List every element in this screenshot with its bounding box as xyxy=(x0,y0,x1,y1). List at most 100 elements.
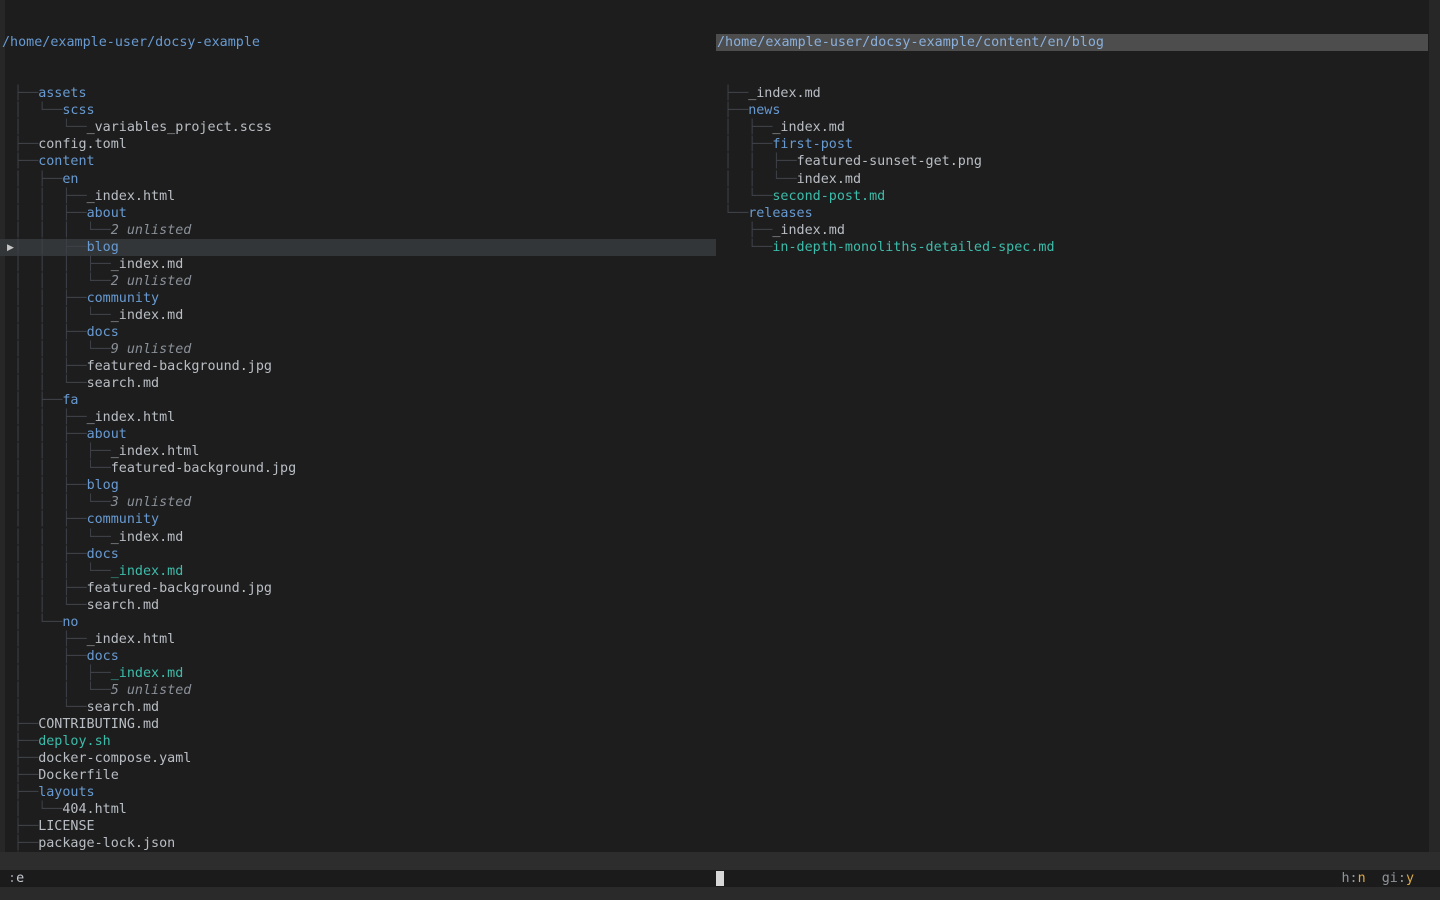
right-panel-title-text: /home/example-user/docsy-example/content… xyxy=(717,35,1104,50)
tree-row-dir[interactable]: │ ├──docs xyxy=(0,648,716,665)
tree-row-dir[interactable]: ├──layouts xyxy=(0,784,716,801)
tree-row-file[interactable]: ├──_index.md xyxy=(716,222,1440,239)
tree-row-dir[interactable]: │ │ ├──about xyxy=(0,205,716,222)
entry-name: _index.md xyxy=(111,257,184,272)
input-typed-value: e xyxy=(16,871,24,886)
tree-row-dir[interactable]: │ │ ├──blog xyxy=(0,477,716,494)
tree-row-file[interactable]: └──in-depth-monoliths-detailed-spec.md xyxy=(716,239,1440,256)
entry-name: _index.md xyxy=(111,564,184,579)
tree-row-file[interactable]: ├──deploy.sh xyxy=(0,733,716,750)
entry-name: 2 unlisted xyxy=(111,274,192,289)
tree-branch-lines: ├── xyxy=(14,86,38,101)
tree-row-dir[interactable]: │ │ ├──community xyxy=(0,511,716,528)
tree-row-file[interactable]: │ │ │ └──_index.md xyxy=(0,529,716,546)
tree-row-file[interactable]: ├──LICENSE xyxy=(0,818,716,835)
tree-row-dir[interactable]: │ └──no xyxy=(0,614,716,631)
tree-row-file[interactable]: │ │ │ └──2 unlisted xyxy=(0,222,716,239)
tree-row-file[interactable]: │ │ │ └──3 unlisted xyxy=(0,494,716,511)
entry-name: _index.html xyxy=(87,632,176,647)
tree-branch-lines: │ │ ├── xyxy=(14,478,87,493)
tree-row-file[interactable]: │ └──_variables_project.scss xyxy=(0,119,716,136)
entry-name: docs xyxy=(87,547,119,562)
entry-name: 3 unlisted xyxy=(111,495,192,510)
tree-branch-lines: │ │ │ └── xyxy=(14,342,111,357)
tree-row-file[interactable]: │ ├──_index.md xyxy=(716,119,1440,136)
tree-row-file[interactable]: │ │ │ └──featured-background.jpg xyxy=(0,460,716,477)
tree-branch-lines: │ └── xyxy=(14,120,87,135)
tree-row-file[interactable]: │ │ │ └──9 unlisted xyxy=(0,341,716,358)
tree-row-dir[interactable]: │ ├──fa xyxy=(0,392,716,409)
tree-branch-lines: │ │ └── xyxy=(724,172,797,187)
tree-row-file[interactable]: │ │ ├──featured-background.jpg xyxy=(0,580,716,597)
left-panel-title-text: /home/example-user/docsy-example xyxy=(2,35,260,50)
entry-name: index.md xyxy=(797,172,862,187)
tree-row-dir[interactable]: └──releases xyxy=(716,205,1440,222)
tree-row-file[interactable]: ├──Dockerfile xyxy=(0,767,716,784)
left-panel-root-path[interactable]: /home/example-user/docsy-example xyxy=(0,34,716,51)
tree-branch-lines: │ ├── xyxy=(724,137,772,152)
tree-branch-lines: ├── xyxy=(14,734,38,749)
tree-row-file[interactable]: │ │ │ └──_index.md xyxy=(0,307,716,324)
tree-branch-lines: │ └── xyxy=(724,189,772,204)
tree-row-file[interactable]: │ └──404.html xyxy=(0,801,716,818)
right-panel-rows: ├──_index.md├──news│ ├──_index.md│ ├──fi… xyxy=(716,85,1440,255)
tree-row-file[interactable]: ├──docker-compose.yaml xyxy=(0,750,716,767)
tree-row-dir[interactable]: │ │ ├──community xyxy=(0,290,716,307)
left-panel-input[interactable]: :e xyxy=(8,870,24,887)
entry-name: search.md xyxy=(87,700,160,715)
tree-branch-lines: │ │ ├── xyxy=(14,666,111,681)
entry-name: fa xyxy=(62,393,78,408)
tree-row-file[interactable]: │ └──second-post.md xyxy=(716,188,1440,205)
tree-row-file[interactable]: │ │ │ └──_index.md xyxy=(0,563,716,580)
entry-name: docs xyxy=(87,325,119,340)
tree-branch-lines: │ │ │ └── xyxy=(14,530,111,545)
tree-row-dir[interactable]: │ └──scss xyxy=(0,102,716,119)
tree-row-dir[interactable]: │ ├──first-post xyxy=(716,136,1440,153)
tree-row-file[interactable]: │ │ └──index.md xyxy=(716,171,1440,188)
tree-row-file[interactable]: │ │ │ └──2 unlisted xyxy=(0,273,716,290)
entry-name: about xyxy=(87,206,127,221)
tree-row-dir[interactable]: ▶│ │ ├──blog xyxy=(0,239,716,256)
tree-branch-lines: │ │ │ └── xyxy=(14,274,111,289)
tree-row-dir[interactable]: ├──content xyxy=(0,153,716,170)
tree-row-dir[interactable]: │ │ ├──docs xyxy=(0,324,716,341)
tree-row-file[interactable]: │ │ │ ├──_index.html xyxy=(0,443,716,460)
tree-row-file[interactable]: │ └──search.md xyxy=(0,699,716,716)
entry-name: assets xyxy=(38,86,86,101)
entry-name: _index.md xyxy=(772,223,845,238)
text-cursor[interactable] xyxy=(716,871,724,886)
tree-row-file[interactable]: │ │ │ ├──_index.md xyxy=(0,256,716,273)
tree-branch-lines: │ └── xyxy=(14,700,87,715)
tree-row-dir[interactable]: │ ├──en xyxy=(0,171,716,188)
tree-row-dir[interactable]: │ │ ├──about xyxy=(0,426,716,443)
tree-row-file[interactable]: ├──CONTRIBUTING.md xyxy=(0,716,716,733)
tree-row-file[interactable]: ├──config.toml xyxy=(0,136,716,153)
tree-row-file[interactable]: │ │ ├──_index.html xyxy=(0,409,716,426)
tree-branch-lines: │ │ ├── xyxy=(14,581,87,596)
tree-row-file[interactable]: │ │ ├──featured-background.jpg xyxy=(0,358,716,375)
tree-row-file[interactable]: ├──package-lock.json xyxy=(0,835,716,852)
tree-row-dir[interactable]: ├──assets xyxy=(0,85,716,102)
right-panel-root-path[interactable]: /home/example-user/docsy-example/content… xyxy=(716,34,1428,51)
tree-row-dir[interactable]: │ │ ├──docs xyxy=(0,546,716,563)
tree-row-file[interactable]: │ │ ├──_index.html xyxy=(0,188,716,205)
tree-row-file[interactable]: │ │ ├──featured-sunset-get.png xyxy=(716,153,1440,170)
tree-row-dir[interactable]: ├──news xyxy=(716,102,1440,119)
tree-branch-lines: │ │ │ └── xyxy=(14,308,111,323)
tree-row-file[interactable]: │ │ └──5 unlisted xyxy=(0,682,716,699)
entry-name: Dockerfile xyxy=(38,768,119,783)
tree-row-file[interactable]: │ │ ├──_index.md xyxy=(0,665,716,682)
tree-branch-lines: │ └── xyxy=(14,802,62,817)
tree-row-file[interactable]: ├──_index.md xyxy=(716,85,1440,102)
tree-branch-lines: │ └── xyxy=(14,615,62,630)
tree-row-file[interactable]: │ │ └──search.md xyxy=(0,597,716,614)
tree-row-file[interactable]: │ │ └──search.md xyxy=(0,375,716,392)
tree-branch-lines: │ │ │ └── xyxy=(14,461,111,476)
entry-name: search.md xyxy=(87,376,160,391)
tree-branch-lines: ├── xyxy=(724,86,748,101)
tree-branch-lines: ├── xyxy=(14,154,38,169)
entry-name: no xyxy=(62,615,78,630)
entry-name: config.toml xyxy=(38,137,127,152)
tree-row-file[interactable]: │ ├──_index.html xyxy=(0,631,716,648)
entry-name: releases xyxy=(748,206,813,221)
